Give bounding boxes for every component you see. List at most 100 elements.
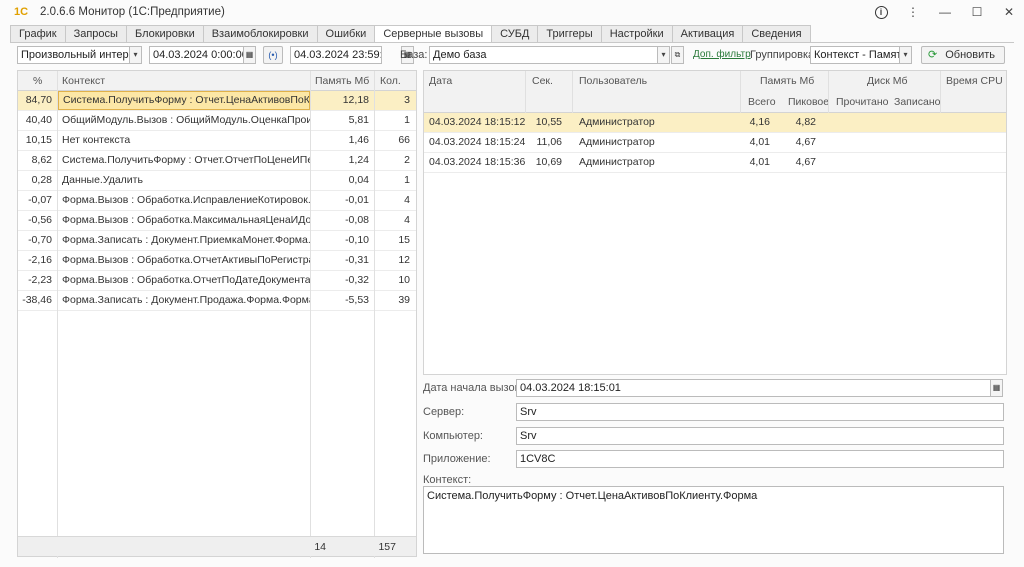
tab-1[interactable]: Запросы: [64, 25, 126, 43]
cell-user: Администратор: [579, 156, 655, 168]
table-row[interactable]: 40,40 ОбщийМодуль.Вызов : ОбщийМодуль.Оце…: [18, 111, 416, 131]
tab-7[interactable]: Триггеры: [537, 25, 601, 43]
col-context[interactable]: Контекст: [62, 71, 105, 91]
cell-peak: 4,67: [795, 136, 816, 148]
table-row[interactable]: -0,56 Форма.Вызов : Обработка.Максимальна…: [18, 211, 416, 231]
context-textarea[interactable]: Система.ПолучитьФорму : Отчет.ЦенаАктиво…: [423, 486, 1004, 554]
computer-field[interactable]: Srv: [516, 427, 1004, 445]
col-memory[interactable]: Память Мб: [760, 71, 814, 91]
cell-context: ОбщийМодуль.Вызов : ОбщийМодуль.ОценкаПр…: [62, 114, 310, 126]
application-label: Приложение:: [423, 453, 491, 465]
cell-pct: -2,16: [28, 254, 52, 266]
tab-3[interactable]: Взаимоблокировки: [202, 25, 317, 43]
close-icon[interactable]: ✕: [1002, 5, 1016, 19]
col-peak[interactable]: Пиковое: [788, 92, 829, 112]
table-row[interactable]: 84,70 Система.ПолучитьФорму : Отчет.ЦенаА…: [18, 91, 416, 111]
application-field[interactable]: 1CV8C: [516, 450, 1004, 468]
extra-filter-link[interactable]: Доп. фильтр: [693, 46, 751, 64]
chevron-down-icon[interactable]: ▾: [129, 46, 142, 64]
cell-context: Форма.Вызов : Обработка.ОтчетАктивыПоРег…: [62, 254, 310, 266]
col-memory[interactable]: Память Мб: [315, 71, 369, 91]
more-icon[interactable]: ⋮: [906, 5, 920, 19]
col-date[interactable]: Дата: [429, 71, 452, 91]
info-icon[interactable]: i: [874, 5, 888, 19]
cell-memory: 1,24: [348, 154, 369, 166]
date-to-field[interactable]: 04.03.2024 23:59:59: [290, 46, 382, 64]
tab-4[interactable]: Ошибки: [316, 25, 375, 43]
col-total[interactable]: Всего: [748, 92, 776, 112]
cell-count: 10: [398, 274, 410, 286]
cell-date: 04.03.2024 18:15:12: [429, 116, 526, 128]
tab-10[interactable]: Сведения: [742, 25, 811, 43]
refresh-button[interactable]: ⟳ Обновить: [921, 46, 1005, 64]
table-row[interactable]: 0,28 Данные.Удалить 0,04 1: [18, 171, 416, 191]
calls-table: Дата Сек. Пользователь Память Мб Всего П…: [423, 70, 1007, 375]
col-read[interactable]: Прочитано: [836, 92, 889, 112]
cell-memory: -0,32: [345, 274, 369, 286]
table-row[interactable]: -0,70 Форма.Записать : Документ.ПриемкаМо…: [18, 231, 416, 251]
server-field[interactable]: Srv: [516, 403, 1004, 421]
start-date-field[interactable]: 04.03.2024 18:15:01: [516, 379, 991, 397]
table-row[interactable]: 10,15 Нет контекста 1,46 66: [18, 131, 416, 151]
table-row[interactable]: -2,16 Форма.Вызов : Обработка.ОтчетАктивы…: [18, 251, 416, 271]
cell-pct: 40,40: [25, 114, 52, 126]
table-row[interactable]: 8,62 Система.ПолучитьФорму : Отчет.ОтчетП…: [18, 151, 416, 171]
cell-context: Нет контекста: [62, 134, 131, 146]
filter-toolbar: Произвольный интервал ▾ 04.03.2024 0:00:…: [17, 46, 1007, 64]
col-disk[interactable]: Диск Мб: [867, 71, 908, 91]
col-sec[interactable]: Сек.: [532, 71, 553, 91]
cell-sec: 11,06: [536, 136, 563, 148]
footer-count: 157: [378, 541, 396, 553]
open-icon[interactable]: ⧉: [671, 46, 684, 64]
calendar-icon[interactable]: ▦: [990, 379, 1003, 397]
tab-9[interactable]: Активация: [671, 25, 743, 43]
chevron-down-icon[interactable]: ▾: [899, 46, 912, 64]
table-header: Дата Сек. Пользователь Память Мб Всего П…: [424, 71, 1006, 113]
cell-pct: -0,56: [28, 214, 52, 226]
cell-peak: 4,82: [795, 116, 816, 128]
col-written[interactable]: Записано: [894, 92, 940, 112]
context-table: % Контекст Память Мб Кол. 84,70 Система.П…: [17, 70, 417, 558]
cell-memory: -5,53: [345, 294, 369, 306]
col-pct[interactable]: %: [33, 71, 42, 91]
maximize-icon[interactable]: ☐: [970, 5, 984, 19]
window-title: 2.0.6.6 Монитор (1С:Предприятие): [40, 6, 225, 18]
cell-context: Форма.Записать : Документ.Продажа.Форма.…: [62, 294, 310, 306]
tab-0[interactable]: График: [10, 25, 65, 43]
tab-6[interactable]: СУБД: [491, 25, 538, 43]
table-row[interactable]: -38,46 Форма.Записать : Документ.Продажа.…: [18, 291, 416, 311]
cell-context: Данные.Удалить: [62, 174, 143, 186]
grouping-select[interactable]: Контекст - Память: [810, 46, 900, 64]
table-row[interactable]: -2,23 Форма.Вызов : Обработка.ОтчетПоДате…: [18, 271, 416, 291]
tab-5[interactable]: Серверные вызовы: [374, 25, 492, 43]
cell-count: 4: [404, 194, 410, 206]
app-logo: 1С: [13, 6, 29, 18]
cell-count: 3: [404, 94, 410, 106]
cell-pct: 8,62: [31, 154, 52, 166]
table-row[interactable]: 04.03.2024 18:15:36 10,69 Администратор 4,0…: [424, 153, 1006, 173]
table-header: % Контекст Память Мб Кол.: [18, 71, 416, 91]
cell-count: 1: [404, 114, 410, 126]
cell-memory: -0,31: [345, 254, 369, 266]
tab-2[interactable]: Блокировки: [125, 25, 203, 43]
table-row[interactable]: -0,07 Форма.Вызов : Обработка.Исправление…: [18, 191, 416, 211]
chevron-down-icon[interactable]: ▾: [657, 46, 670, 64]
col-user[interactable]: Пользователь: [579, 71, 647, 91]
cell-date: 04.03.2024 18:15:24: [429, 136, 526, 148]
cell-count: 39: [398, 294, 410, 306]
base-select[interactable]: Демо база: [429, 46, 658, 64]
tab-bar: График Запросы Блокировки Взаимоблокировки О…: [10, 25, 811, 43]
minimize-icon[interactable]: —: [938, 5, 952, 19]
cell-context: Форма.Вызов : Обработка.МаксимальнаяЦена…: [62, 214, 310, 226]
table-row[interactable]: 04.03.2024 18:15:24 11,06 Администратор 4,0…: [424, 133, 1006, 153]
cell-pct: 0,28: [31, 174, 52, 186]
date-from-field[interactable]: 04.03.2024 0:00:00: [149, 46, 244, 64]
col-cpu[interactable]: Время CPU: [946, 71, 1003, 91]
interval-select[interactable]: Произвольный интервал: [17, 46, 130, 64]
period-icon[interactable]: (•): [263, 46, 283, 64]
table-row[interactable]: 04.03.2024 18:15:12 10,55 Администратор 4,1…: [424, 113, 1006, 133]
calendar-icon[interactable]: ▦: [243, 46, 256, 64]
title-bar: 1С 2.0.6.6 Монитор (1С:Предприятие) i ⋮ …: [0, 0, 1024, 24]
tab-8[interactable]: Настройки: [600, 25, 672, 43]
col-count[interactable]: Кол.: [380, 71, 401, 91]
